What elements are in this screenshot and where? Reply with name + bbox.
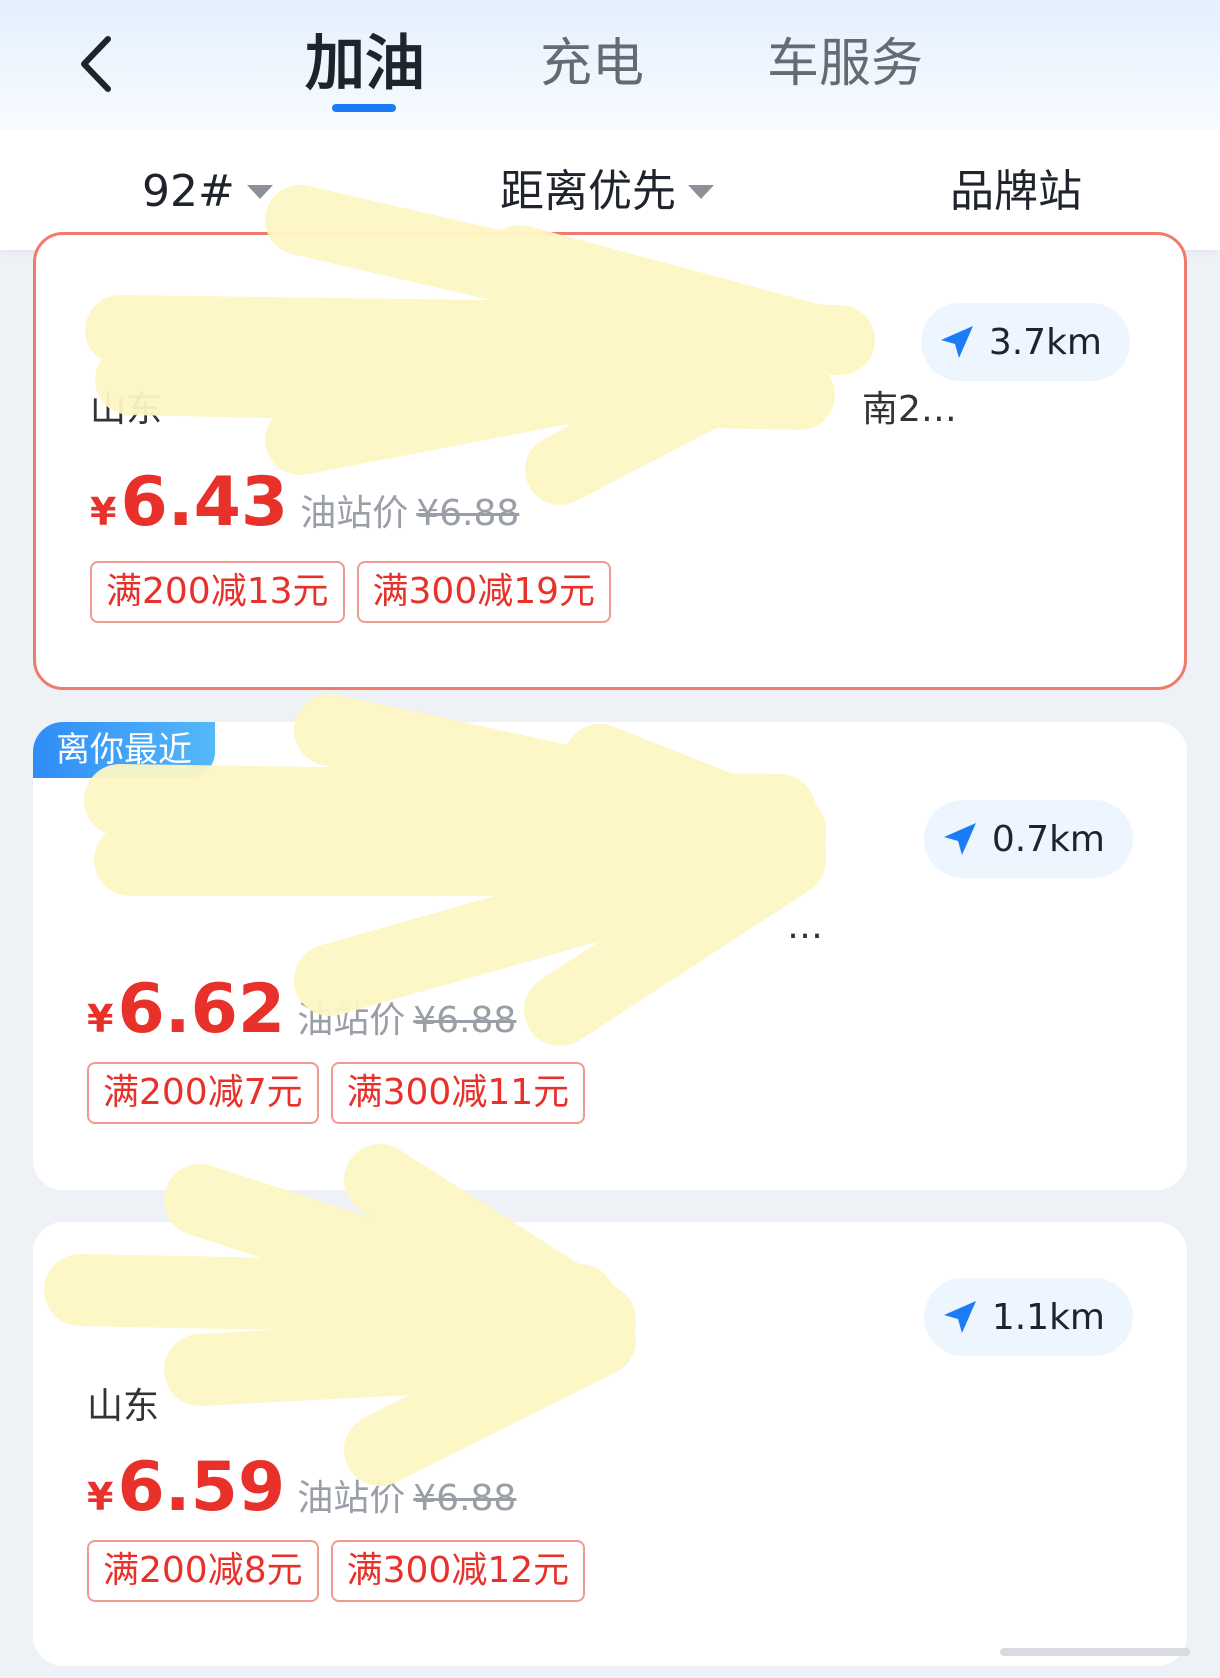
navigation-arrow-icon <box>943 1301 976 1333</box>
coupon-list: 满200减13元 满300减19元 <box>90 561 623 623</box>
price-row: ¥ 6.43 油站价 ¥6.88 <box>90 463 519 543</box>
price-currency: ¥ <box>87 997 114 1041</box>
tab-charge[interactable]: 充电 <box>532 24 652 104</box>
tab-car-service[interactable]: 车服务 <box>755 24 935 104</box>
back-button[interactable] <box>66 34 126 94</box>
station-name <box>87 830 807 886</box>
distance-pill[interactable]: 0.7km <box>923 800 1133 878</box>
chevron-left-icon <box>81 36 111 92</box>
brand-label: 品牌站 <box>950 166 1082 217</box>
nearest-badge: 离你最近 <box>33 722 215 778</box>
discount-price: 6.43 <box>120 463 289 542</box>
caret-down-icon <box>688 185 714 199</box>
navigation-arrow-icon <box>940 326 973 358</box>
station-name <box>90 289 810 345</box>
station-card[interactable]: 山东 南2… 3.7km ¥ 6.43 油站价 ¥6.88 满200减13元 满3… <box>33 232 1187 690</box>
price-row: ¥ 6.59 油站价 ¥6.88 <box>87 1448 516 1528</box>
top-bar: 加油 充电 车服务 <box>0 0 1220 130</box>
distance-pill[interactable]: 3.7km <box>920 303 1130 381</box>
coupon-list: 满200减8元 满300减12元 <box>87 1540 597 1602</box>
station-card[interactable]: 离你最近 … 0.7km ¥ 6.62 油站价 ¥6.88 满200减7元 满3… <box>33 722 1187 1190</box>
coupon-tag: 满200减7元 <box>87 1062 319 1124</box>
brand-filter[interactable]: 品牌站 <box>950 162 1082 222</box>
station-address: 山东 <box>87 1386 160 1427</box>
sort-filter[interactable]: 距离优先 <box>500 162 714 222</box>
station-price: ¥6.88 <box>413 1000 517 1041</box>
distance-value: 3.7km <box>988 321 1102 363</box>
fuel-type-filter[interactable]: 92# <box>142 162 273 222</box>
station-price-label: 油站价 <box>297 1000 406 1041</box>
distance-value: 0.7km <box>991 818 1105 860</box>
price-currency: ¥ <box>87 1475 114 1519</box>
active-tab-indicator <box>332 104 396 112</box>
tab-refuel[interactable]: 加油 <box>300 24 430 104</box>
discount-price: 6.59 <box>117 1448 286 1527</box>
price-currency: ¥ <box>90 490 117 534</box>
fuel-type-label: 92# <box>142 166 235 217</box>
caret-down-icon <box>246 185 273 199</box>
station-card[interactable]: 山东 1.1km ¥ 6.59 油站价 ¥6.88 满200减8元 满300减1… <box>33 1222 1187 1666</box>
coupon-tag: 满200减8元 <box>87 1540 319 1602</box>
price-row: ¥ 6.62 油站价 ¥6.88 <box>87 970 516 1050</box>
station-address: 山东 南2… <box>90 389 957 430</box>
sort-label: 距离优先 <box>500 166 676 217</box>
coupon-tag: 满200减13元 <box>90 561 345 623</box>
coupon-tag: 满300减11元 <box>330 1062 586 1124</box>
distance-value: 1.1km <box>991 1296 1105 1338</box>
coupon-tag: 满300减12元 <box>330 1540 586 1602</box>
navigation-arrow-icon <box>943 823 976 855</box>
station-name <box>87 1308 807 1364</box>
station-price-label: 油站价 <box>300 493 409 534</box>
distance-pill[interactable]: 1.1km <box>923 1278 1133 1356</box>
coupon-list: 满200减7元 满300减11元 <box>87 1062 597 1124</box>
coupon-tag: 满300减19元 <box>356 561 612 623</box>
discount-price: 6.62 <box>117 970 286 1049</box>
station-price-label: 油站价 <box>297 1478 406 1519</box>
station-address: … <box>787 906 823 947</box>
station-price: ¥6.88 <box>416 493 520 534</box>
home-indicator <box>1000 1648 1190 1656</box>
station-price: ¥6.88 <box>413 1478 517 1519</box>
